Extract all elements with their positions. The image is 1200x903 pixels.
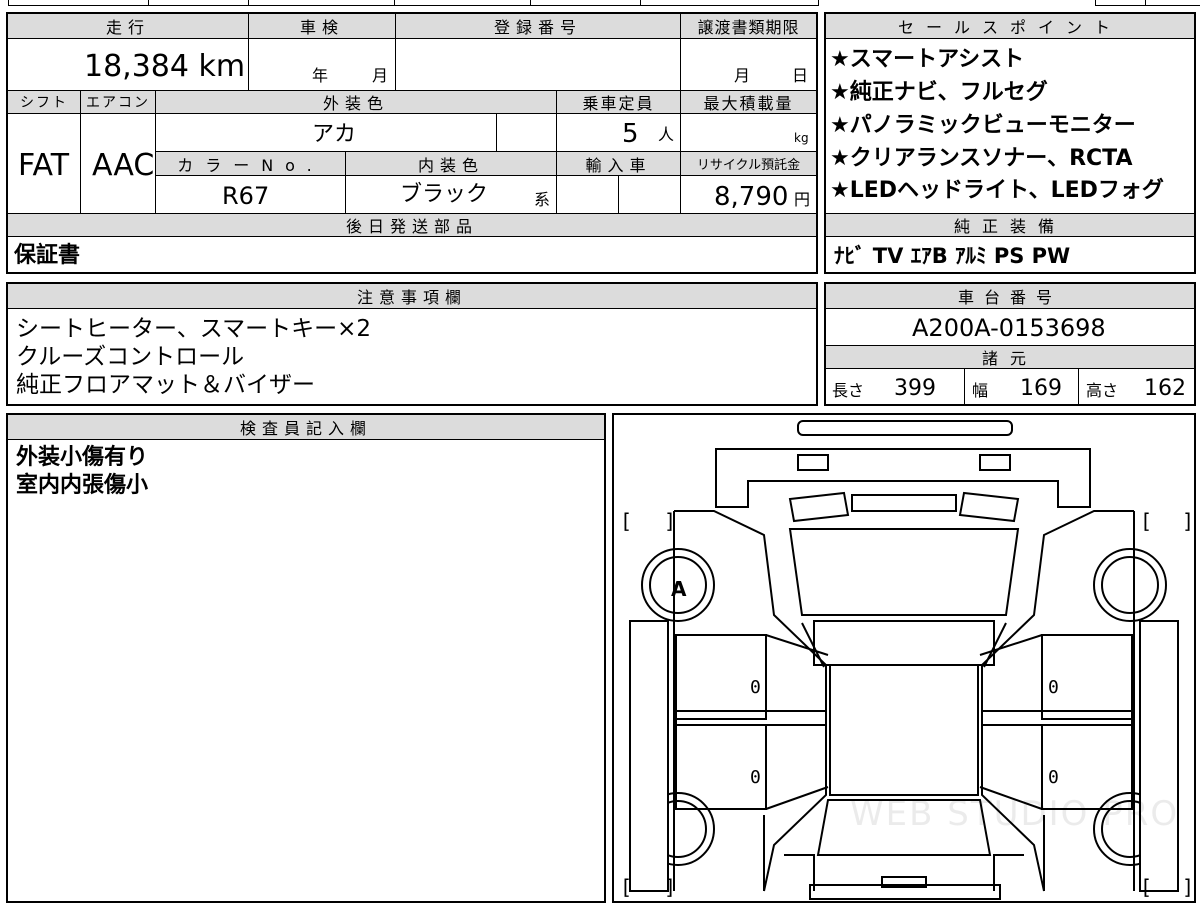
deadline-day-unit: 日 — [792, 66, 809, 85]
inspection-header: 車検 — [249, 14, 395, 38]
aircon-value: AAC — [92, 148, 155, 183]
later-parts-value: 保証書 — [14, 243, 81, 268]
top-strip — [0, 0, 1200, 8]
bracket-close: ] — [664, 875, 677, 899]
deadline-month-unit: 月 — [734, 66, 751, 85]
dimensions-header: 諸元 — [826, 346, 1194, 368]
bracket-open: [ — [1140, 509, 1153, 533]
sales-points-header: セールスポイント — [826, 14, 1194, 38]
note-line: 純正フロアマット＆バイザー — [16, 372, 315, 398]
zero-mark: 0 — [750, 767, 761, 788]
later-parts-header: 後日発送部品 — [8, 214, 816, 236]
height-value: 162 — [1144, 376, 1186, 401]
sales-point-item: ★クリアランスソナー、RCTA — [830, 146, 1133, 171]
bracket-open: [ — [620, 875, 633, 899]
shift-value: FAT — [18, 148, 70, 183]
mileage-value: 18,384 km — [84, 49, 246, 84]
interior-suffix: 系 — [534, 190, 551, 209]
car-diagram: A 0 0 0 0 [ ] [ ] [ ] [ ] WEB STUDIO PRO — [612, 413, 1196, 903]
height-label: 高さ — [1086, 381, 1119, 400]
damage-mark-a: A — [671, 577, 687, 601]
bracket-close: ] — [664, 509, 677, 533]
recycle-fee-header: リサイクル預託金 — [681, 152, 816, 175]
spec-table: 走行 車検 登録番号 譲渡書類期限 18,384 km 年 月 月 日 シフト … — [6, 12, 818, 274]
sales-point-item: ★LEDヘッドライト、LEDフォグ — [830, 178, 1164, 203]
mileage-header: 走行 — [8, 14, 248, 38]
inspector-line: 室内内張傷小 — [16, 473, 149, 498]
chassis-box: 車台番号 A200A-0153698 諸元 長さ 399 幅 169 高さ 16… — [824, 282, 1196, 406]
bracket-open: [ — [1140, 875, 1153, 899]
notes-header: 注意事項欄 — [8, 284, 816, 308]
bracket-close: ] — [1182, 875, 1195, 899]
registration-header: 登録番号 — [396, 14, 680, 38]
shift-header: シフト — [8, 91, 80, 113]
width-value: 169 — [1020, 376, 1062, 401]
transfer-deadline-header: 譲渡書類期限 — [681, 14, 816, 38]
length-value: 399 — [894, 376, 936, 401]
inspector-line: 外装小傷有り — [16, 445, 149, 470]
color-no-value: R67 — [222, 182, 270, 210]
zero-mark: 0 — [1048, 767, 1059, 788]
exterior-color-value: アカ — [312, 122, 357, 147]
zero-mark: 0 — [750, 677, 761, 698]
length-label: 長さ — [832, 381, 865, 400]
recycle-fee-value: 8,790 — [714, 182, 789, 212]
sales-point-item: ★純正ナビ、フルセグ — [830, 80, 1048, 105]
exterior-color-header: 外装色 — [156, 91, 556, 113]
watermark: WEB STUDIO PRO — [850, 794, 1180, 834]
import-header: 輸入車 — [557, 152, 680, 175]
capacity-value: 5 — [622, 119, 639, 149]
load-unit: kg — [794, 131, 809, 145]
aircon-header: エアコン — [81, 91, 155, 113]
max-load-header: 最大積載量 — [681, 91, 816, 113]
chassis-header: 車台番号 — [826, 284, 1194, 308]
capacity-unit: 人 — [658, 125, 675, 144]
inspector-box: 検査員記入欄 外装小傷有り 室内内張傷小 — [6, 413, 606, 903]
color-no-header: カラーNo. — [156, 152, 345, 175]
chassis-number: A200A-0153698 — [912, 314, 1106, 342]
inspection-year-unit: 年 — [312, 66, 329, 85]
interior-color-header: 内装色 — [346, 152, 556, 175]
inspection-month-unit: 月 — [372, 66, 389, 85]
note-line: シートヒーター、スマートキー×2 — [16, 316, 371, 342]
note-line: クルーズコントロール — [16, 344, 245, 370]
capacity-header: 乗車定員 — [557, 91, 680, 113]
factory-equipment-header: 純正装備 — [826, 214, 1194, 236]
bracket-close: ] — [1182, 509, 1195, 533]
sales-point-item: ★スマートアシスト — [830, 47, 1025, 72]
zero-mark: 0 — [1048, 677, 1059, 698]
width-label: 幅 — [972, 381, 989, 400]
recycle-fee-unit: 円 — [794, 190, 811, 209]
interior-color-value: ブラック — [400, 182, 489, 207]
factory-equipment-value: ﾅﾋﾞ TV ｴｱB ｱﾙﾐ PS PW — [834, 244, 1071, 268]
notes-box: 注意事項欄 シートヒーター、スマートキー×2 クルーズコントロール 純正フロアマ… — [6, 282, 818, 406]
sales-points: セールスポイント ★スマートアシスト ★純正ナビ、フルセグ ★パノラミックビュー… — [824, 12, 1196, 274]
bracket-open: [ — [620, 509, 633, 533]
inspector-header: 検査員記入欄 — [8, 415, 604, 439]
sales-point-item: ★パノラミックビューモニター — [830, 113, 1136, 138]
